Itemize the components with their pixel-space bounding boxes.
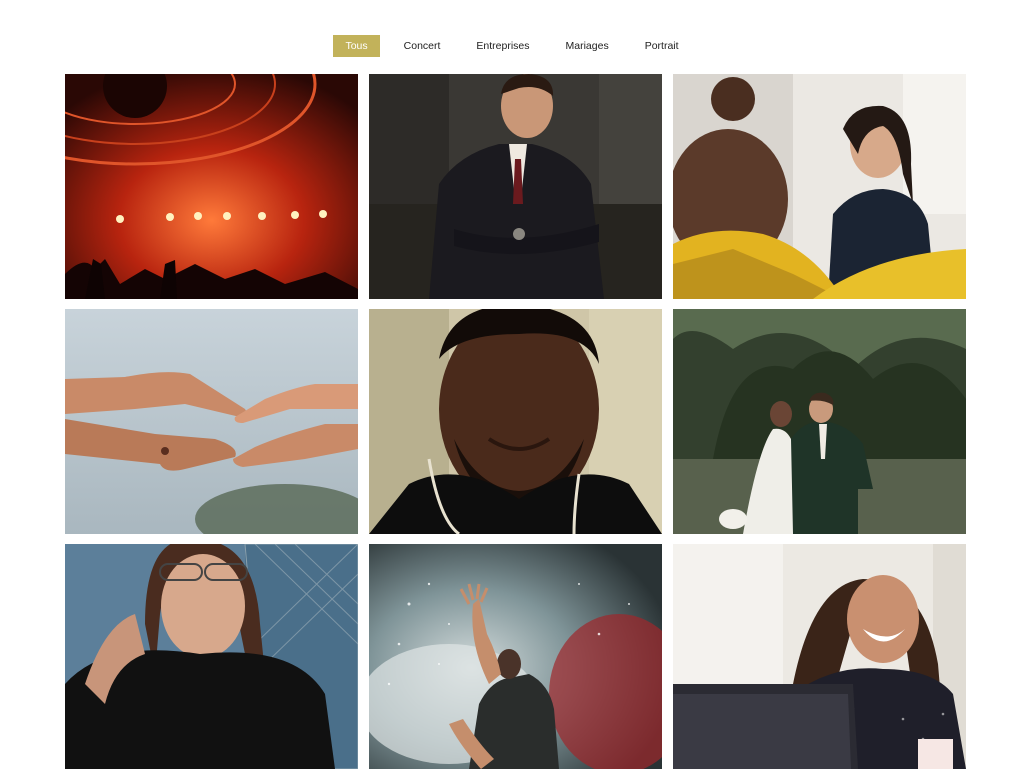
woman-glasses-image bbox=[65, 544, 358, 769]
woman-laptop-image bbox=[673, 544, 966, 769]
gallery-photo-meeting[interactable] bbox=[673, 74, 966, 299]
gallery-photo-woman-laptop[interactable] bbox=[673, 544, 966, 769]
gallery-photo-singer[interactable] bbox=[369, 544, 662, 769]
reaching-hands-image bbox=[65, 309, 358, 534]
wedding-couple-image bbox=[673, 309, 966, 534]
filter-concert[interactable]: Concert bbox=[392, 35, 453, 57]
filter-tous[interactable]: Tous bbox=[333, 35, 380, 57]
filter-mariages[interactable]: Mariages bbox=[554, 35, 621, 57]
gallery-photo-man-portrait[interactable] bbox=[369, 309, 662, 534]
business-meeting-image bbox=[673, 74, 966, 299]
portfolio-filter-bar: Tous Concert Entreprises Mariages Portra… bbox=[0, 35, 1024, 57]
concert-stage-image bbox=[65, 74, 358, 299]
singer-image bbox=[369, 544, 662, 769]
filter-portrait[interactable]: Portrait bbox=[633, 35, 691, 57]
gallery-photo-woman-glasses[interactable] bbox=[65, 544, 358, 769]
gallery-photo-hands[interactable] bbox=[65, 309, 358, 534]
filter-entreprises[interactable]: Entreprises bbox=[464, 35, 541, 57]
businessman-image bbox=[369, 74, 662, 299]
gallery-photo-wedding[interactable] bbox=[673, 309, 966, 534]
gallery-photo-concert[interactable] bbox=[65, 74, 358, 299]
gallery-photo-businessman[interactable] bbox=[369, 74, 662, 299]
man-portrait-image bbox=[369, 309, 662, 534]
photo-gallery bbox=[65, 74, 967, 769]
